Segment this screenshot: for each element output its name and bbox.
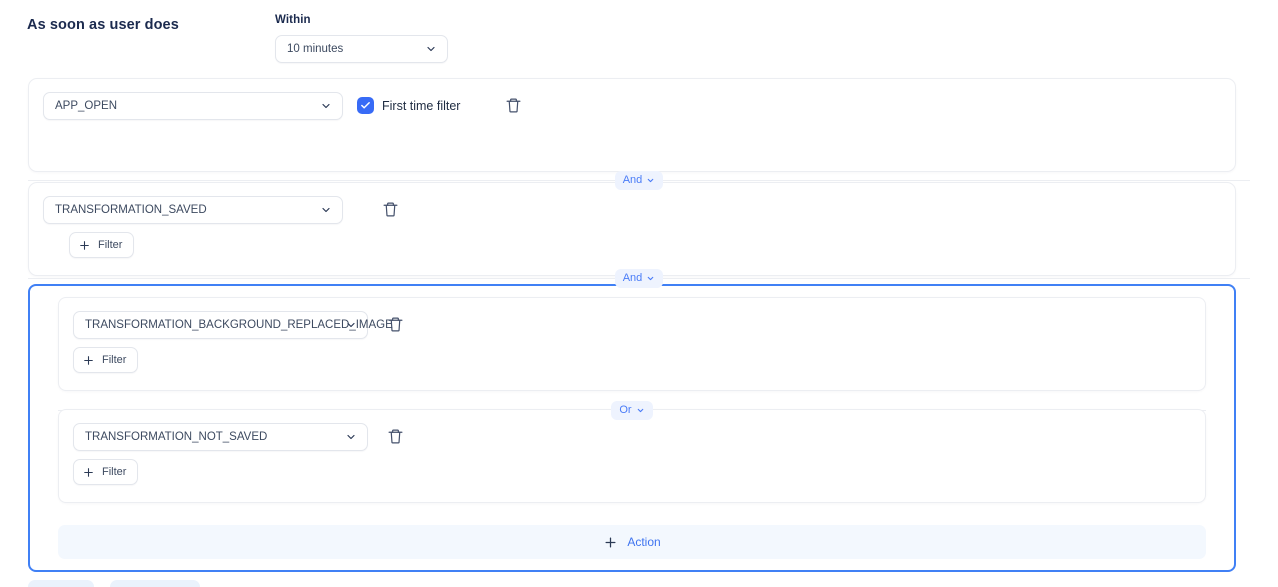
plus-icon — [603, 535, 618, 550]
add-filter-button-3[interactable]: Filter — [73, 347, 139, 373]
add-action-button[interactable]: Action — [58, 525, 1206, 559]
plus-icon — [82, 466, 95, 479]
group-event-select-2[interactable]: TRANSFORMATION_NOT_SAVED — [73, 423, 368, 451]
chevron-down-icon — [646, 176, 655, 185]
group-event-card-1: TRANSFORMATION_BACKGROUND_REPLACED_IMAGE — [58, 297, 1206, 391]
connector-2-chip[interactable]: And — [614, 268, 664, 288]
first-time-filter-label: First time filter — [382, 98, 461, 113]
delete-event-2-button[interactable] — [379, 198, 401, 220]
chevron-down-icon — [646, 274, 655, 283]
chevron-down-icon — [320, 204, 332, 216]
event-select-2-value: TRANSFORMATION_SAVED — [55, 204, 207, 216]
first-time-filter-toggle[interactable]: First time filter — [357, 97, 460, 114]
group-event-select-1[interactable]: TRANSFORMATION_BACKGROUND_REPLACED_IMAGE — [73, 311, 393, 339]
chevron-down-icon — [345, 319, 357, 331]
add-filter-button-2[interactable]: Filter — [69, 232, 135, 258]
trash-icon — [506, 98, 520, 112]
trash-icon — [383, 202, 397, 216]
plus-icon — [82, 354, 95, 367]
chevron-down-icon — [345, 431, 357, 443]
event-select-2[interactable]: TRANSFORMATION_SAVED — [43, 196, 343, 224]
footer-button-secondary[interactable] — [110, 580, 200, 587]
event-group-highlighted: TRANSFORMATION_BACKGROUND_REPLACED_IMAGE — [28, 284, 1236, 572]
within-duration-select[interactable]: 10 minutes — [275, 35, 448, 63]
within-field-group: Within 10 minutes — [275, 14, 448, 63]
connector-1-label: And — [622, 174, 643, 186]
trigger-header: As soon as user does Within 10 minutes — [0, 0, 1278, 78]
first-time-filter-checkbox[interactable] — [357, 97, 374, 114]
delete-group-event-2-button[interactable] — [384, 425, 406, 447]
chevron-down-icon — [320, 100, 332, 112]
delete-event-1-button[interactable] — [502, 94, 524, 116]
trash-icon — [388, 317, 402, 331]
event-card-2: TRANSFORMATION_SAVED Filter — [28, 182, 1236, 276]
connector-2-label: And — [622, 272, 643, 284]
event-select-1[interactable]: APP_OPEN — [43, 92, 343, 120]
within-duration-value: 10 minutes — [287, 43, 344, 55]
event-select-1-value: APP_OPEN — [55, 100, 117, 112]
plus-icon — [78, 239, 91, 252]
group-event-card-2: TRANSFORMATION_NOT_SAVED Filter — [58, 409, 1206, 503]
add-filter-label-2: Filter — [98, 239, 123, 251]
event-card-1: APP_OPEN First time filter — [28, 78, 1236, 233]
automation-trigger-builder: As soon as user does Within 10 minutes A… — [0, 0, 1278, 587]
add-filter-button-4[interactable]: Filter — [73, 459, 139, 485]
add-action-label: Action — [627, 535, 661, 549]
chevron-down-icon — [425, 43, 437, 55]
add-filter-label-4: Filter — [102, 466, 127, 478]
group-connector-label: Or — [619, 404, 632, 416]
footer-button-primary[interactable] — [28, 580, 94, 587]
group-connector-chip[interactable]: Or — [611, 400, 653, 420]
add-filter-label-3: Filter — [102, 354, 127, 366]
chevron-down-icon — [636, 406, 645, 415]
delete-group-event-1-button[interactable] — [384, 313, 406, 335]
page-title: As soon as user does — [27, 17, 179, 33]
trash-icon — [388, 429, 402, 443]
connector-1-chip[interactable]: And — [614, 170, 664, 190]
group-event-select-2-value: TRANSFORMATION_NOT_SAVED — [85, 431, 268, 443]
within-label: Within — [275, 14, 311, 26]
